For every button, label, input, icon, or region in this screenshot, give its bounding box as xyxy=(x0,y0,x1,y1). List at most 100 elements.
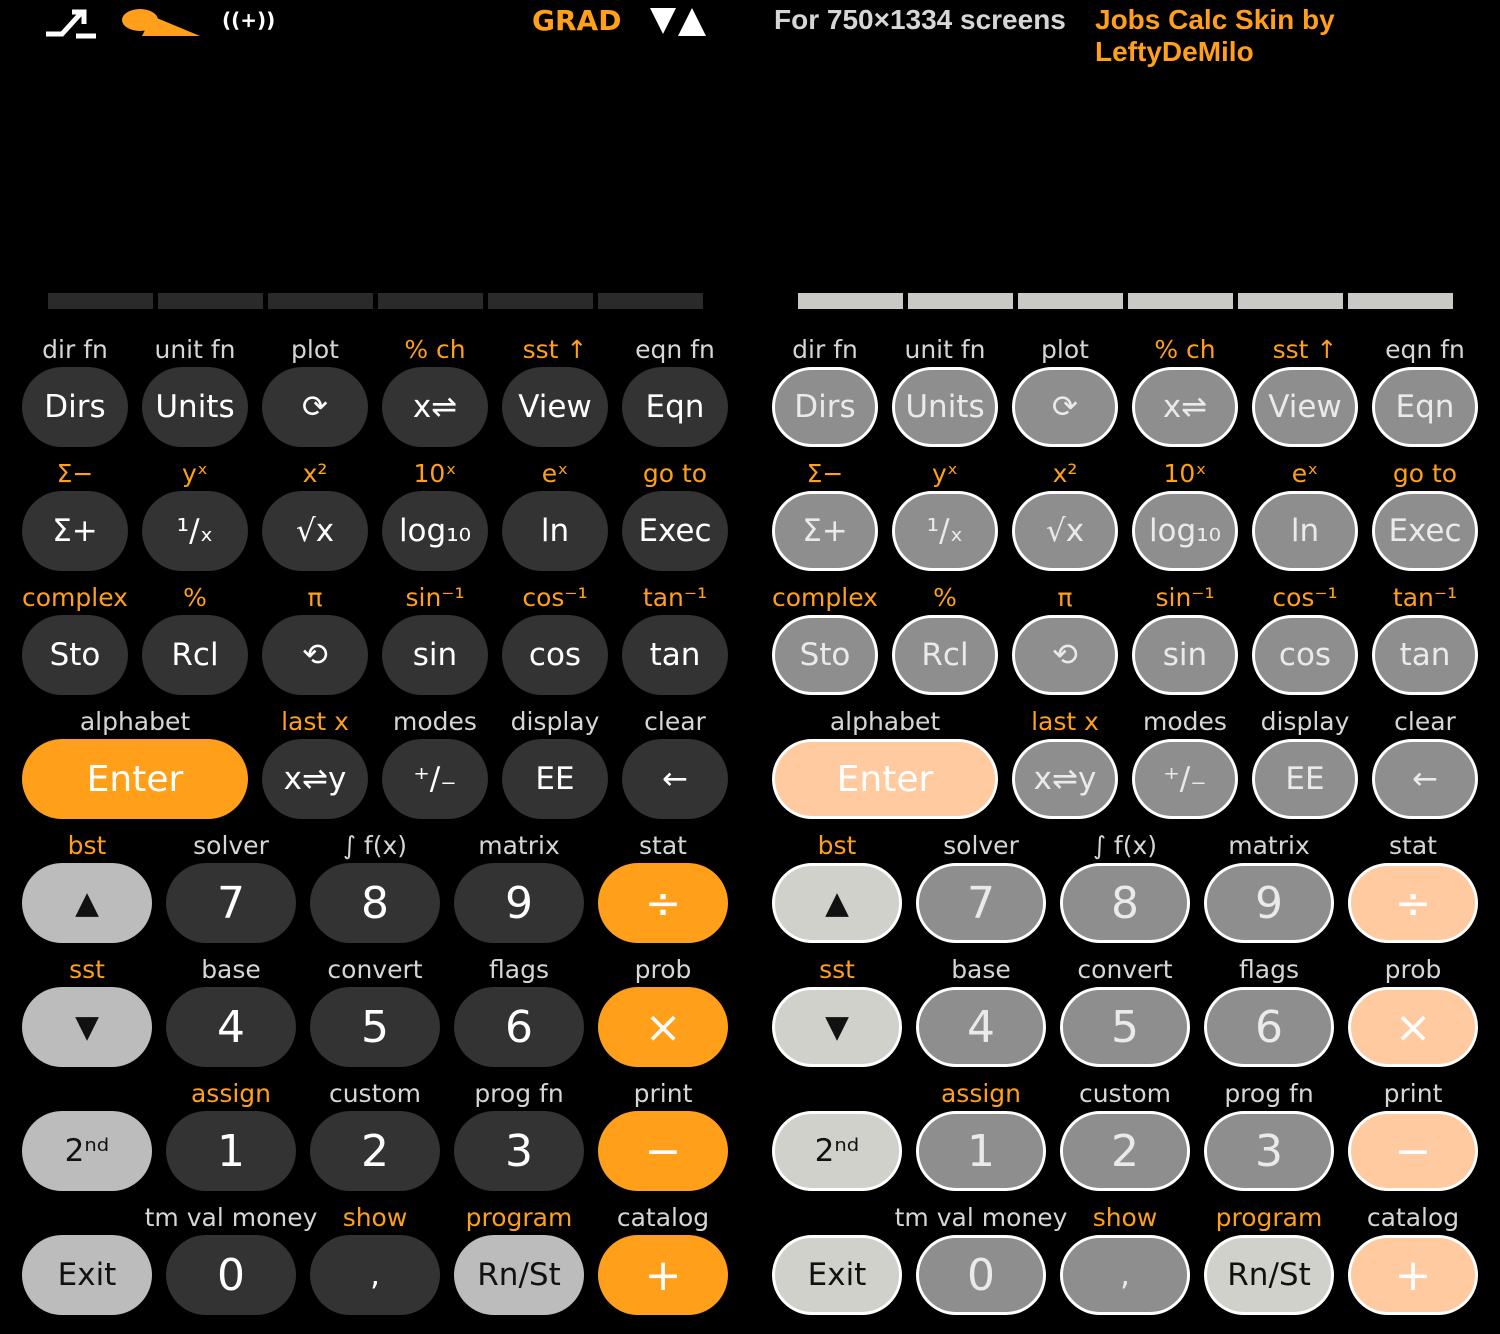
key-text: EE xyxy=(535,761,575,797)
ee-key[interactable]: EE xyxy=(502,739,608,819)
comma-key[interactable]: , xyxy=(310,1235,440,1315)
digit-9-key[interactable]: 9 xyxy=(454,863,584,943)
sqrt-key[interactable]: √x xyxy=(262,491,368,571)
reciprocal-key[interactable]: ¹/ₓ xyxy=(892,491,998,571)
digit-3-key[interactable]: 3 xyxy=(454,1111,584,1191)
view-key[interactable]: View xyxy=(1252,367,1358,447)
divide-key[interactable]: ÷ xyxy=(1348,863,1478,943)
x-swap-key[interactable]: x⇌ xyxy=(382,367,488,447)
digit-9-key[interactable]: 9 xyxy=(1204,863,1334,943)
digit-4-key[interactable]: 4 xyxy=(916,987,1046,1067)
exec-key[interactable]: Exec xyxy=(622,491,728,571)
x-swap-key[interactable]: x⇌ xyxy=(1132,367,1238,447)
plus-key[interactable]: + xyxy=(1348,1235,1478,1315)
down-key[interactable]: ▼ xyxy=(22,987,152,1067)
x-swap-y-key[interactable]: x⇌y xyxy=(1012,739,1118,819)
tan-key[interactable]: tan xyxy=(622,615,728,695)
key-label: print xyxy=(633,1079,693,1108)
run-stop-key[interactable]: Rn/St xyxy=(1204,1235,1334,1315)
key-text: 8 xyxy=(361,877,389,929)
comma-key[interactable]: , xyxy=(1060,1235,1190,1315)
digit-1-key[interactable]: 1 xyxy=(166,1111,296,1191)
dirs-key[interactable]: Dirs xyxy=(772,367,878,447)
backspace-key[interactable]: ← xyxy=(1372,739,1478,819)
second-key[interactable]: 2ⁿᵈ xyxy=(772,1111,902,1191)
exit-key[interactable]: Exit xyxy=(22,1235,152,1315)
key-label: dir fn xyxy=(792,335,858,364)
plus-minus-key[interactable]: ⁺/₋ xyxy=(382,739,488,819)
ln-key[interactable]: ln xyxy=(502,491,608,571)
rcl-key[interactable]: Rcl xyxy=(142,615,248,695)
exec-key[interactable]: Exec xyxy=(1372,491,1478,571)
digit-8-key[interactable]: 8 xyxy=(1060,863,1190,943)
digit-5-key[interactable]: 5 xyxy=(310,987,440,1067)
plus-minus-key[interactable]: ⁺/₋ xyxy=(1132,739,1238,819)
x-swap-y-key[interactable]: x⇌y xyxy=(262,739,368,819)
digit-7-key[interactable]: 7 xyxy=(916,863,1046,943)
key-text: log₁₀ xyxy=(1148,513,1222,549)
multiply-key[interactable]: × xyxy=(598,987,728,1067)
digit-6-key[interactable]: 6 xyxy=(454,987,584,1067)
sigma-plus-key[interactable]: Σ+ xyxy=(22,491,128,571)
key-label: yˣ xyxy=(182,459,208,488)
up-key[interactable]: ▲ xyxy=(22,863,152,943)
down-key[interactable]: ▼ xyxy=(772,987,902,1067)
eqn-key[interactable]: Eqn xyxy=(622,367,728,447)
log10-key[interactable]: log₁₀ xyxy=(1132,491,1238,571)
digit-2-key[interactable]: 2 xyxy=(310,1111,440,1191)
cos-key[interactable]: cos xyxy=(1252,615,1358,695)
units-key[interactable]: Units xyxy=(892,367,998,447)
divide-key[interactable]: ÷ xyxy=(598,863,728,943)
key-text: 2ⁿᵈ xyxy=(64,1133,110,1169)
rotate-key[interactable]: ⟳ xyxy=(1012,367,1118,447)
sin-key[interactable]: sin xyxy=(1132,615,1238,695)
rcl-key[interactable]: Rcl xyxy=(892,615,998,695)
dirs-key[interactable]: Dirs xyxy=(22,367,128,447)
sto-key[interactable]: Sto xyxy=(772,615,878,695)
ee-key[interactable]: EE xyxy=(1252,739,1358,819)
run-stop-key[interactable]: Rn/St xyxy=(454,1235,584,1315)
backspace-key[interactable]: ← xyxy=(622,739,728,819)
rotate-key[interactable]: ⟳ xyxy=(262,367,368,447)
cos-key[interactable]: cos xyxy=(502,615,608,695)
digit-2-key[interactable]: 2 xyxy=(1060,1111,1190,1191)
digit-1-key[interactable]: 1 xyxy=(916,1111,1046,1191)
enter-key[interactable]: Enter xyxy=(772,739,998,819)
reciprocal-key[interactable]: ¹/ₓ xyxy=(142,491,248,571)
sto-key[interactable]: Sto xyxy=(22,615,128,695)
digit-0-key[interactable]: 0 xyxy=(916,1235,1046,1315)
sigma-plus-key[interactable]: Σ+ xyxy=(772,491,878,571)
eqn-key[interactable]: Eqn xyxy=(1372,367,1478,447)
digit-3-key[interactable]: 3 xyxy=(1204,1111,1334,1191)
log10-key[interactable]: log₁₀ xyxy=(382,491,488,571)
tan-key[interactable]: tan xyxy=(1372,615,1478,695)
units-key[interactable]: Units xyxy=(142,367,248,447)
sqrt-key[interactable]: √x xyxy=(1012,491,1118,571)
digit-8-key[interactable]: 8 xyxy=(310,863,440,943)
key-text: × xyxy=(1394,1001,1432,1053)
digit-6-key[interactable]: 6 xyxy=(1204,987,1334,1067)
exit-key[interactable]: Exit xyxy=(772,1235,902,1315)
minus-key[interactable]: − xyxy=(1348,1111,1478,1191)
sin-key[interactable]: sin xyxy=(382,615,488,695)
multiply-key[interactable]: × xyxy=(1348,987,1478,1067)
key-label: stat xyxy=(1389,831,1437,860)
ln-key[interactable]: ln xyxy=(1252,491,1358,571)
minus-key[interactable]: − xyxy=(598,1111,728,1191)
key-text: Enter xyxy=(86,758,184,800)
down-triangle-icon: ▼ xyxy=(825,1009,849,1045)
rotate2-key[interactable]: ⟲ xyxy=(1012,615,1118,695)
digit-7-key[interactable]: 7 xyxy=(166,863,296,943)
rotate2-key[interactable]: ⟲ xyxy=(262,615,368,695)
beep-indicator: ((+)) xyxy=(222,8,276,32)
digit-4-key[interactable]: 4 xyxy=(166,987,296,1067)
key-label: clear xyxy=(644,707,706,736)
enter-key[interactable]: Enter xyxy=(22,739,248,819)
digit-0-key[interactable]: 0 xyxy=(166,1235,296,1315)
up-key[interactable]: ▲ xyxy=(772,863,902,943)
view-key[interactable]: View xyxy=(502,367,608,447)
plus-key[interactable]: + xyxy=(598,1235,728,1315)
digit-5-key[interactable]: 5 xyxy=(1060,987,1190,1067)
second-key[interactable]: 2ⁿᵈ xyxy=(22,1111,152,1191)
key-label: display xyxy=(510,707,600,736)
